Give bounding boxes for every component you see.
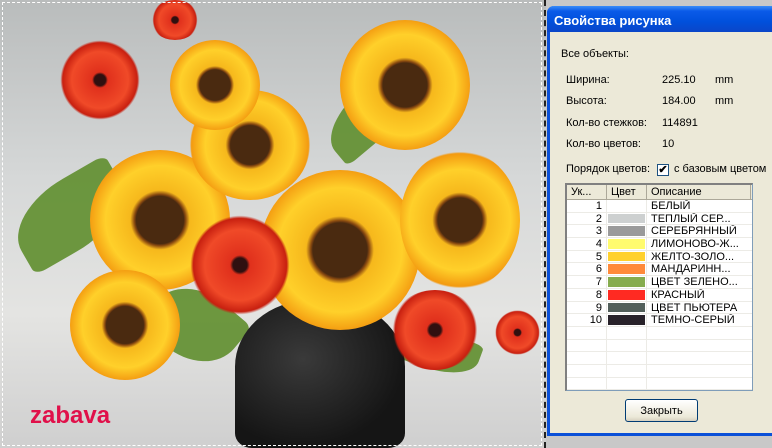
color-swatch	[608, 239, 645, 249]
empty-row	[567, 352, 752, 365]
stitches-label: Кол-во стежков:	[566, 117, 647, 129]
color-list-row[interactable]: 1 БЕЛЫЙ	[567, 200, 752, 213]
color-swatch	[608, 264, 645, 275]
color-list[interactable]: Ук... Цвет Описание 1 БЕЛЫЙ 2 ТЕПЛЫЙ СЕР...…	[565, 183, 753, 391]
row-description: ТЕМНО-СЕРЫЙ	[651, 314, 735, 326]
row-index: 7	[567, 276, 607, 288]
color-swatch	[608, 226, 645, 237]
empty-row	[567, 377, 752, 391]
empty-row	[567, 364, 752, 378]
row-swatch	[607, 225, 647, 238]
row-index: 9	[567, 301, 607, 313]
embroidery-canvas[interactable]: zabava	[0, 0, 546, 448]
picture-properties-dialog: Свойства рисунка Все объекты: Ширина: 22…	[547, 6, 772, 436]
color-swatch	[608, 277, 645, 287]
color-list-row[interactable]: 4 ЛИМОНОВО-Ж...	[567, 238, 752, 251]
row-index: 8	[567, 288, 607, 301]
colors-label: Кол-во цветов:	[566, 138, 641, 150]
color-list-row[interactable]: 9 ЦВЕТ ПЬЮТЕРА	[567, 301, 752, 315]
list-header: Ук... Цвет Описание	[567, 185, 752, 200]
base-color-checkbox[interactable]: ✔	[657, 164, 669, 176]
row-description: ЦВЕТ ПЬЮТЕРА	[651, 301, 738, 314]
row-index: 4	[567, 238, 607, 250]
dialog-title[interactable]: Свойства рисунка	[547, 6, 772, 32]
colors-value: 10	[662, 138, 675, 150]
row-index: 10	[567, 314, 607, 326]
height-unit: mm	[715, 95, 734, 107]
color-list-row[interactable]: 2 ТЕПЛЫЙ СЕР...	[567, 212, 752, 226]
color-list-row[interactable]: 10 ТЕМНО-СЕРЫЙ	[567, 314, 752, 327]
width-unit: mm	[715, 74, 734, 86]
color-list-row[interactable]: 6 МАНДАРИНН...	[567, 263, 752, 277]
base-color-option[interactable]: с базовым цветом	[674, 163, 766, 175]
row-swatch	[607, 200, 647, 212]
close-button[interactable]: Закрыть	[625, 399, 698, 422]
row-index: 1	[567, 200, 607, 212]
row-description: КРАСНЫЙ	[651, 288, 705, 301]
selection-frame	[2, 2, 542, 446]
color-swatch	[608, 251, 645, 262]
row-swatch	[607, 263, 647, 276]
row-swatch	[607, 314, 647, 326]
row-index: 6	[567, 263, 607, 275]
row-description: ЛИМОНОВО-Ж...	[651, 238, 739, 250]
width-value: 225.10	[662, 74, 696, 86]
empty-row	[567, 339, 752, 353]
row-swatch	[607, 250, 647, 263]
color-list-row[interactable]: 3 СЕРЕБРЯННЫЙ	[567, 225, 752, 239]
row-description: МАНДАРИНН...	[651, 263, 731, 276]
color-swatch	[608, 315, 645, 325]
color-swatch	[608, 289, 645, 300]
height-label: Высота:	[566, 95, 607, 107]
color-swatch	[608, 201, 645, 211]
row-swatch	[607, 288, 647, 301]
color-order-label: Порядок цветов:	[566, 163, 651, 175]
color-swatch	[608, 302, 645, 313]
color-list-row[interactable]: 5 ЖЕЛТО-ЗОЛО...	[567, 250, 752, 264]
column-description[interactable]: Описание	[647, 185, 751, 199]
row-description: СЕРЕБРЯННЫЙ	[651, 225, 737, 238]
row-description: ЖЕЛТО-ЗОЛО...	[651, 250, 735, 263]
height-value: 184.00	[662, 95, 696, 107]
all-objects-label: Все объекты:	[561, 48, 629, 60]
color-swatch	[608, 213, 645, 224]
row-swatch	[607, 238, 647, 250]
row-description: БЕЛЫЙ	[651, 200, 691, 212]
row-swatch	[607, 212, 647, 225]
column-index[interactable]: Ук...	[567, 185, 607, 199]
empty-row	[567, 326, 752, 340]
row-swatch	[607, 301, 647, 314]
row-index: 2	[567, 212, 607, 225]
logo-text: zabava	[30, 402, 111, 429]
stitches-value: 114891	[662, 117, 698, 129]
row-swatch	[607, 276, 647, 288]
width-label: Ширина:	[566, 74, 610, 86]
row-description: ЦВЕТ ЗЕЛЕНО...	[651, 276, 738, 288]
row-index: 5	[567, 250, 607, 263]
column-color[interactable]: Цвет	[607, 185, 647, 199]
row-index: 3	[567, 225, 607, 237]
color-list-row[interactable]: 8 КРАСНЫЙ	[567, 288, 752, 302]
color-list-row[interactable]: 7 ЦВЕТ ЗЕЛЕНО...	[567, 276, 752, 289]
row-description: ТЕПЛЫЙ СЕР...	[651, 212, 731, 225]
